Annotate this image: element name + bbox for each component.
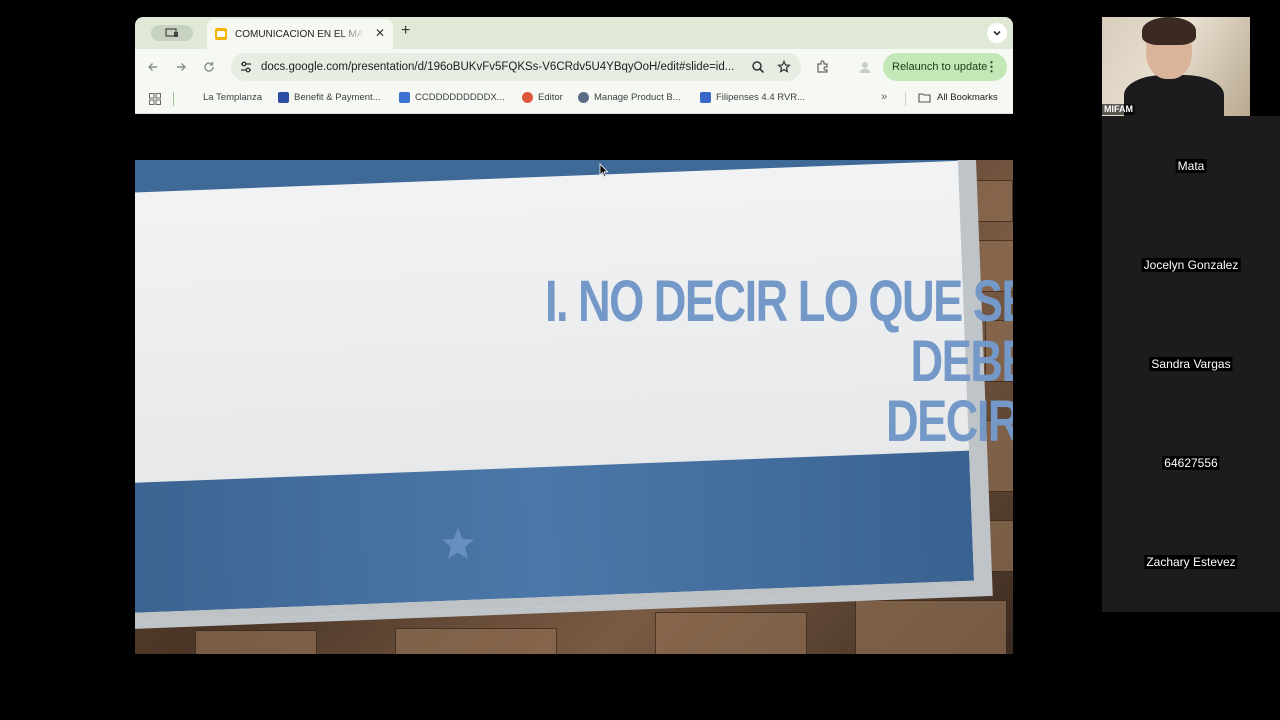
bookmark-favicon-icon: [578, 92, 589, 103]
chevron-down-icon: [993, 30, 1001, 36]
participant-tile[interactable]: Sandra Vargas: [1102, 314, 1280, 413]
address-bar[interactable]: docs.google.com/presentation/d/196oBUKvF…: [231, 53, 801, 81]
url-text[interactable]: docs.google.com/presentation/d/196oBUKvF…: [261, 61, 743, 73]
bookmark-label: Benefit & Payment...: [294, 92, 381, 103]
self-video-tile[interactable]: MIFAM: [1102, 17, 1250, 116]
participant-name: Zachary Estevez: [1144, 555, 1238, 569]
participant-name: Jocelyn Gonzalez: [1141, 258, 1241, 272]
participant-name: Sandra Vargas: [1149, 357, 1233, 371]
participant-name: Mata: [1175, 159, 1207, 173]
participant-tile[interactable]: 64627556: [1102, 413, 1280, 512]
participant-tile[interactable]: Zachary Estevez: [1102, 512, 1280, 611]
new-tab-icon[interactable]: +: [401, 23, 410, 39]
slides-favicon-icon: [215, 28, 227, 40]
arrow-right-icon: [177, 63, 186, 71]
participant-body: [1124, 75, 1224, 116]
bookmark-star-icon[interactable]: [777, 60, 791, 74]
bookmark-item[interactable]: CCDDDDDDDDDX...: [399, 92, 505, 103]
toolbar: docs.google.com/presentation/d/196oBUKvF…: [135, 49, 1013, 85]
brick-texture: [855, 600, 1007, 654]
all-bookmarks-button[interactable]: All Bookmarks: [918, 92, 998, 103]
relaunch-label: Relaunch to update: [892, 61, 988, 73]
folder-icon: [918, 93, 931, 103]
bookmark-item[interactable]: Manage Product B...: [578, 92, 681, 103]
brick-texture: [195, 630, 317, 654]
all-bookmarks-label: All Bookmarks: [937, 92, 998, 103]
browser-window: COMUNICACIÓN EN EL MATRIMONIO ✕ + docs.g…: [135, 17, 1013, 703]
slide-title-line: I. NO DECIR LO QUE SE DEBE: [544, 269, 1013, 394]
participant-tile[interactable]: Mata: [1102, 116, 1280, 215]
bookmark-label: La Templanza: [203, 92, 262, 103]
site-settings-icon[interactable]: [239, 60, 253, 74]
back-button[interactable]: [145, 59, 161, 75]
bookmark-item[interactable]: Benefit & Payment...: [278, 92, 381, 103]
zoom-icon[interactable]: [751, 60, 765, 74]
screen-icon: [165, 28, 178, 37]
bookmarks-separator: [173, 92, 174, 106]
brick-texture: [655, 612, 807, 654]
self-video-label: MIFAM: [1102, 104, 1135, 115]
tab-title: COMUNICACIÓN EN EL MATRIMONIO: [235, 28, 365, 40]
participant-name: 64627556: [1162, 456, 1220, 470]
reload-icon: [204, 62, 214, 72]
bookmark-label: Manage Product B...: [594, 92, 681, 103]
more-vertical-icon[interactable]: ⋮: [985, 60, 998, 73]
brick-texture: [395, 628, 557, 654]
tab-strip: COMUNICACIÓN EN EL MATRIMONIO ✕ +: [135, 17, 1013, 49]
apps-grid-icon[interactable]: [149, 93, 161, 105]
bookmark-label: Filipenses 4.4 RVR...: [716, 92, 806, 103]
more-bookmarks-icon[interactable]: »: [881, 91, 887, 103]
bookmark-item[interactable]: La Templanza: [203, 92, 262, 103]
bookmark-item[interactable]: Filipenses 4.4 RVR...: [700, 92, 805, 103]
relaunch-button[interactable]: Relaunch to update ⋮: [883, 53, 1007, 81]
slide-top-band: [135, 160, 958, 194]
tab-active[interactable]: COMUNICACIÓN EN EL MATRIMONIO ✕: [207, 19, 393, 49]
tab-search-group-button[interactable]: [151, 25, 193, 41]
star-icon: [440, 526, 476, 562]
bookmarks-bar: La Templanza Benefit & Payment... CCDDDD…: [135, 85, 1013, 114]
tab-list-button[interactable]: [987, 23, 1007, 43]
bookmark-favicon-icon: [522, 92, 533, 103]
presentation-slide: I. NO DECIR LO QUE SE DEBE DECIR.: [135, 160, 1013, 654]
bookmark-favicon-icon: [700, 92, 711, 103]
slide-title: I. NO DECIR LO QUE SE DEBE DECIR.: [468, 272, 1013, 452]
participants-panel: Mata Jocelyn Gonzalez Sandra Vargas 6462…: [1102, 116, 1280, 612]
profile-icon[interactable]: [857, 59, 873, 75]
forward-button[interactable]: [173, 59, 189, 75]
mouse-cursor-icon: [599, 163, 609, 178]
close-tab-icon[interactable]: ✕: [375, 27, 385, 39]
extensions-icon[interactable]: [815, 59, 831, 75]
slide-title-line: DECIR.: [886, 389, 1013, 454]
bookmarks-divider: [905, 92, 906, 106]
participant-tile[interactable]: Jocelyn Gonzalez: [1102, 215, 1280, 314]
bookmark-favicon-icon: [399, 92, 410, 103]
bookmark-item[interactable]: Editor: [522, 92, 563, 103]
reload-button[interactable]: [201, 59, 217, 75]
arrow-left-icon: [148, 63, 157, 71]
bookmark-label: Editor: [538, 92, 563, 103]
participant-hair: [1142, 17, 1196, 45]
bookmark-favicon-icon: [278, 92, 289, 103]
bookmark-label: CCDDDDDDDDDX...: [415, 92, 505, 103]
